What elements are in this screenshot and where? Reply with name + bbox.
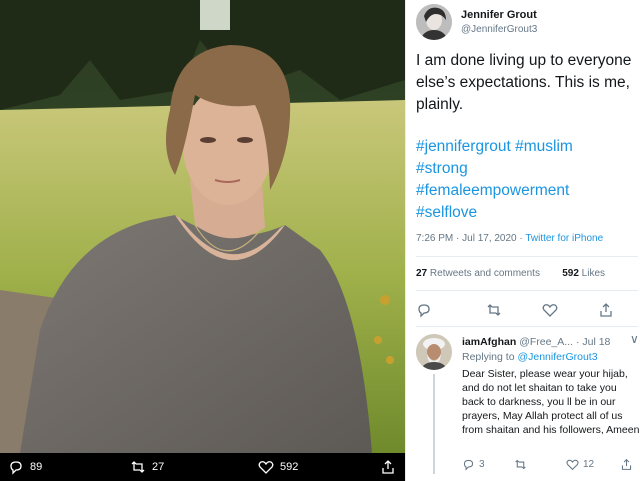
hashtag-link[interactable]: #strong — [416, 158, 638, 180]
photo-action-bar: 89 27 592 — [0, 453, 405, 481]
tweet-stats: 27 Retweets and comments 592 Likes — [416, 268, 605, 279]
reply-icon — [463, 459, 474, 471]
reply-reply-button[interactable]: 3 — [462, 458, 485, 471]
tweet-source[interactable]: Twitter for iPhone — [525, 233, 603, 244]
hashtag-link[interactable]: #selflove — [416, 202, 638, 224]
photo-retweet-count: 27 — [152, 461, 165, 473]
tweet-metadata: 7:26 PM · Jul 17, 2020 · Twitter for iPh… — [416, 233, 603, 244]
mention-link[interactable]: @JenniferGrout3 — [517, 351, 597, 363]
retweet-icon — [131, 461, 145, 473]
reply-text: Dear Sister, please wear your hijab, and… — [462, 368, 640, 436]
tweet-detail-panel: Jennifer Grout @JenniferGrout3 I am done… — [405, 0, 640, 481]
retweet-icon — [515, 459, 526, 470]
divider — [416, 326, 638, 327]
likes-stat[interactable]: 592 Likes — [562, 268, 605, 279]
divider — [416, 256, 638, 257]
reply-reply-count: 3 — [479, 459, 485, 470]
tweet-actions — [416, 302, 638, 320]
hashtag-link[interactable]: #jennifergrout #muslim — [416, 136, 638, 158]
photo-like-button[interactable]: 592 — [258, 459, 298, 475]
tweet-timestamp[interactable]: 7:26 PM · Jul 17, 2020 · — [416, 233, 525, 244]
thread-line — [433, 374, 435, 474]
share-icon[interactable] — [598, 302, 614, 318]
reply-tweet[interactable]: iamAfghan @Free_A... · Jul 18 ∨ Replying… — [416, 332, 640, 481]
more-options-icon[interactable]: ∨ — [630, 332, 639, 346]
reply-icon[interactable] — [416, 302, 432, 318]
tweet-photo-panel: 89 27 592 — [0, 0, 405, 481]
hashtag-link[interactable]: #femaleempowerment — [416, 180, 638, 202]
tweet-hashtags: #jennifergrout #muslim #strong #femaleem… — [416, 136, 638, 224]
author-name[interactable]: Jennifer Grout — [461, 9, 537, 21]
reply-like-button[interactable]: 12 — [566, 458, 594, 471]
retweets-stat[interactable]: 27 Retweets and comments — [416, 268, 540, 279]
author-handle[interactable]: @JenniferGrout3 — [461, 24, 537, 35]
photo-retweet-button[interactable]: 27 — [130, 459, 164, 475]
reply-retweet-button[interactable] — [514, 458, 531, 471]
replying-to: Replying to @JenniferGrout3 — [462, 351, 598, 363]
like-icon[interactable] — [542, 302, 558, 318]
tweet-author: Jennifer Grout @JenniferGrout3 — [416, 4, 636, 40]
tweet-text: I am done living up to everyone else’s e… — [416, 52, 632, 113]
reply-like-count: 12 — [583, 459, 595, 470]
divider — [416, 290, 638, 291]
photo-share-button[interactable] — [380, 459, 396, 475]
retweet-icon[interactable] — [486, 302, 502, 318]
author-avatar[interactable] — [416, 4, 452, 40]
author-avatar-image — [416, 4, 452, 40]
photo-like-count: 592 — [280, 461, 299, 473]
reply-avatar-image — [416, 334, 452, 370]
photo-reply-button[interactable]: 89 — [8, 459, 42, 475]
reply-avatar[interactable] — [416, 334, 452, 370]
share-icon — [382, 460, 394, 474]
share-icon — [621, 458, 632, 470]
reply-actions: 3 12 — [462, 458, 640, 474]
tweet-photo[interactable] — [0, 0, 405, 453]
like-icon — [258, 461, 274, 474]
reply-author[interactable]: iamAfghan @Free_A... · Jul 18 — [462, 336, 610, 348]
reply-icon — [10, 461, 22, 475]
photo-reply-count: 89 — [30, 461, 43, 473]
reply-share-button[interactable] — [620, 458, 633, 471]
like-icon — [566, 459, 579, 471]
